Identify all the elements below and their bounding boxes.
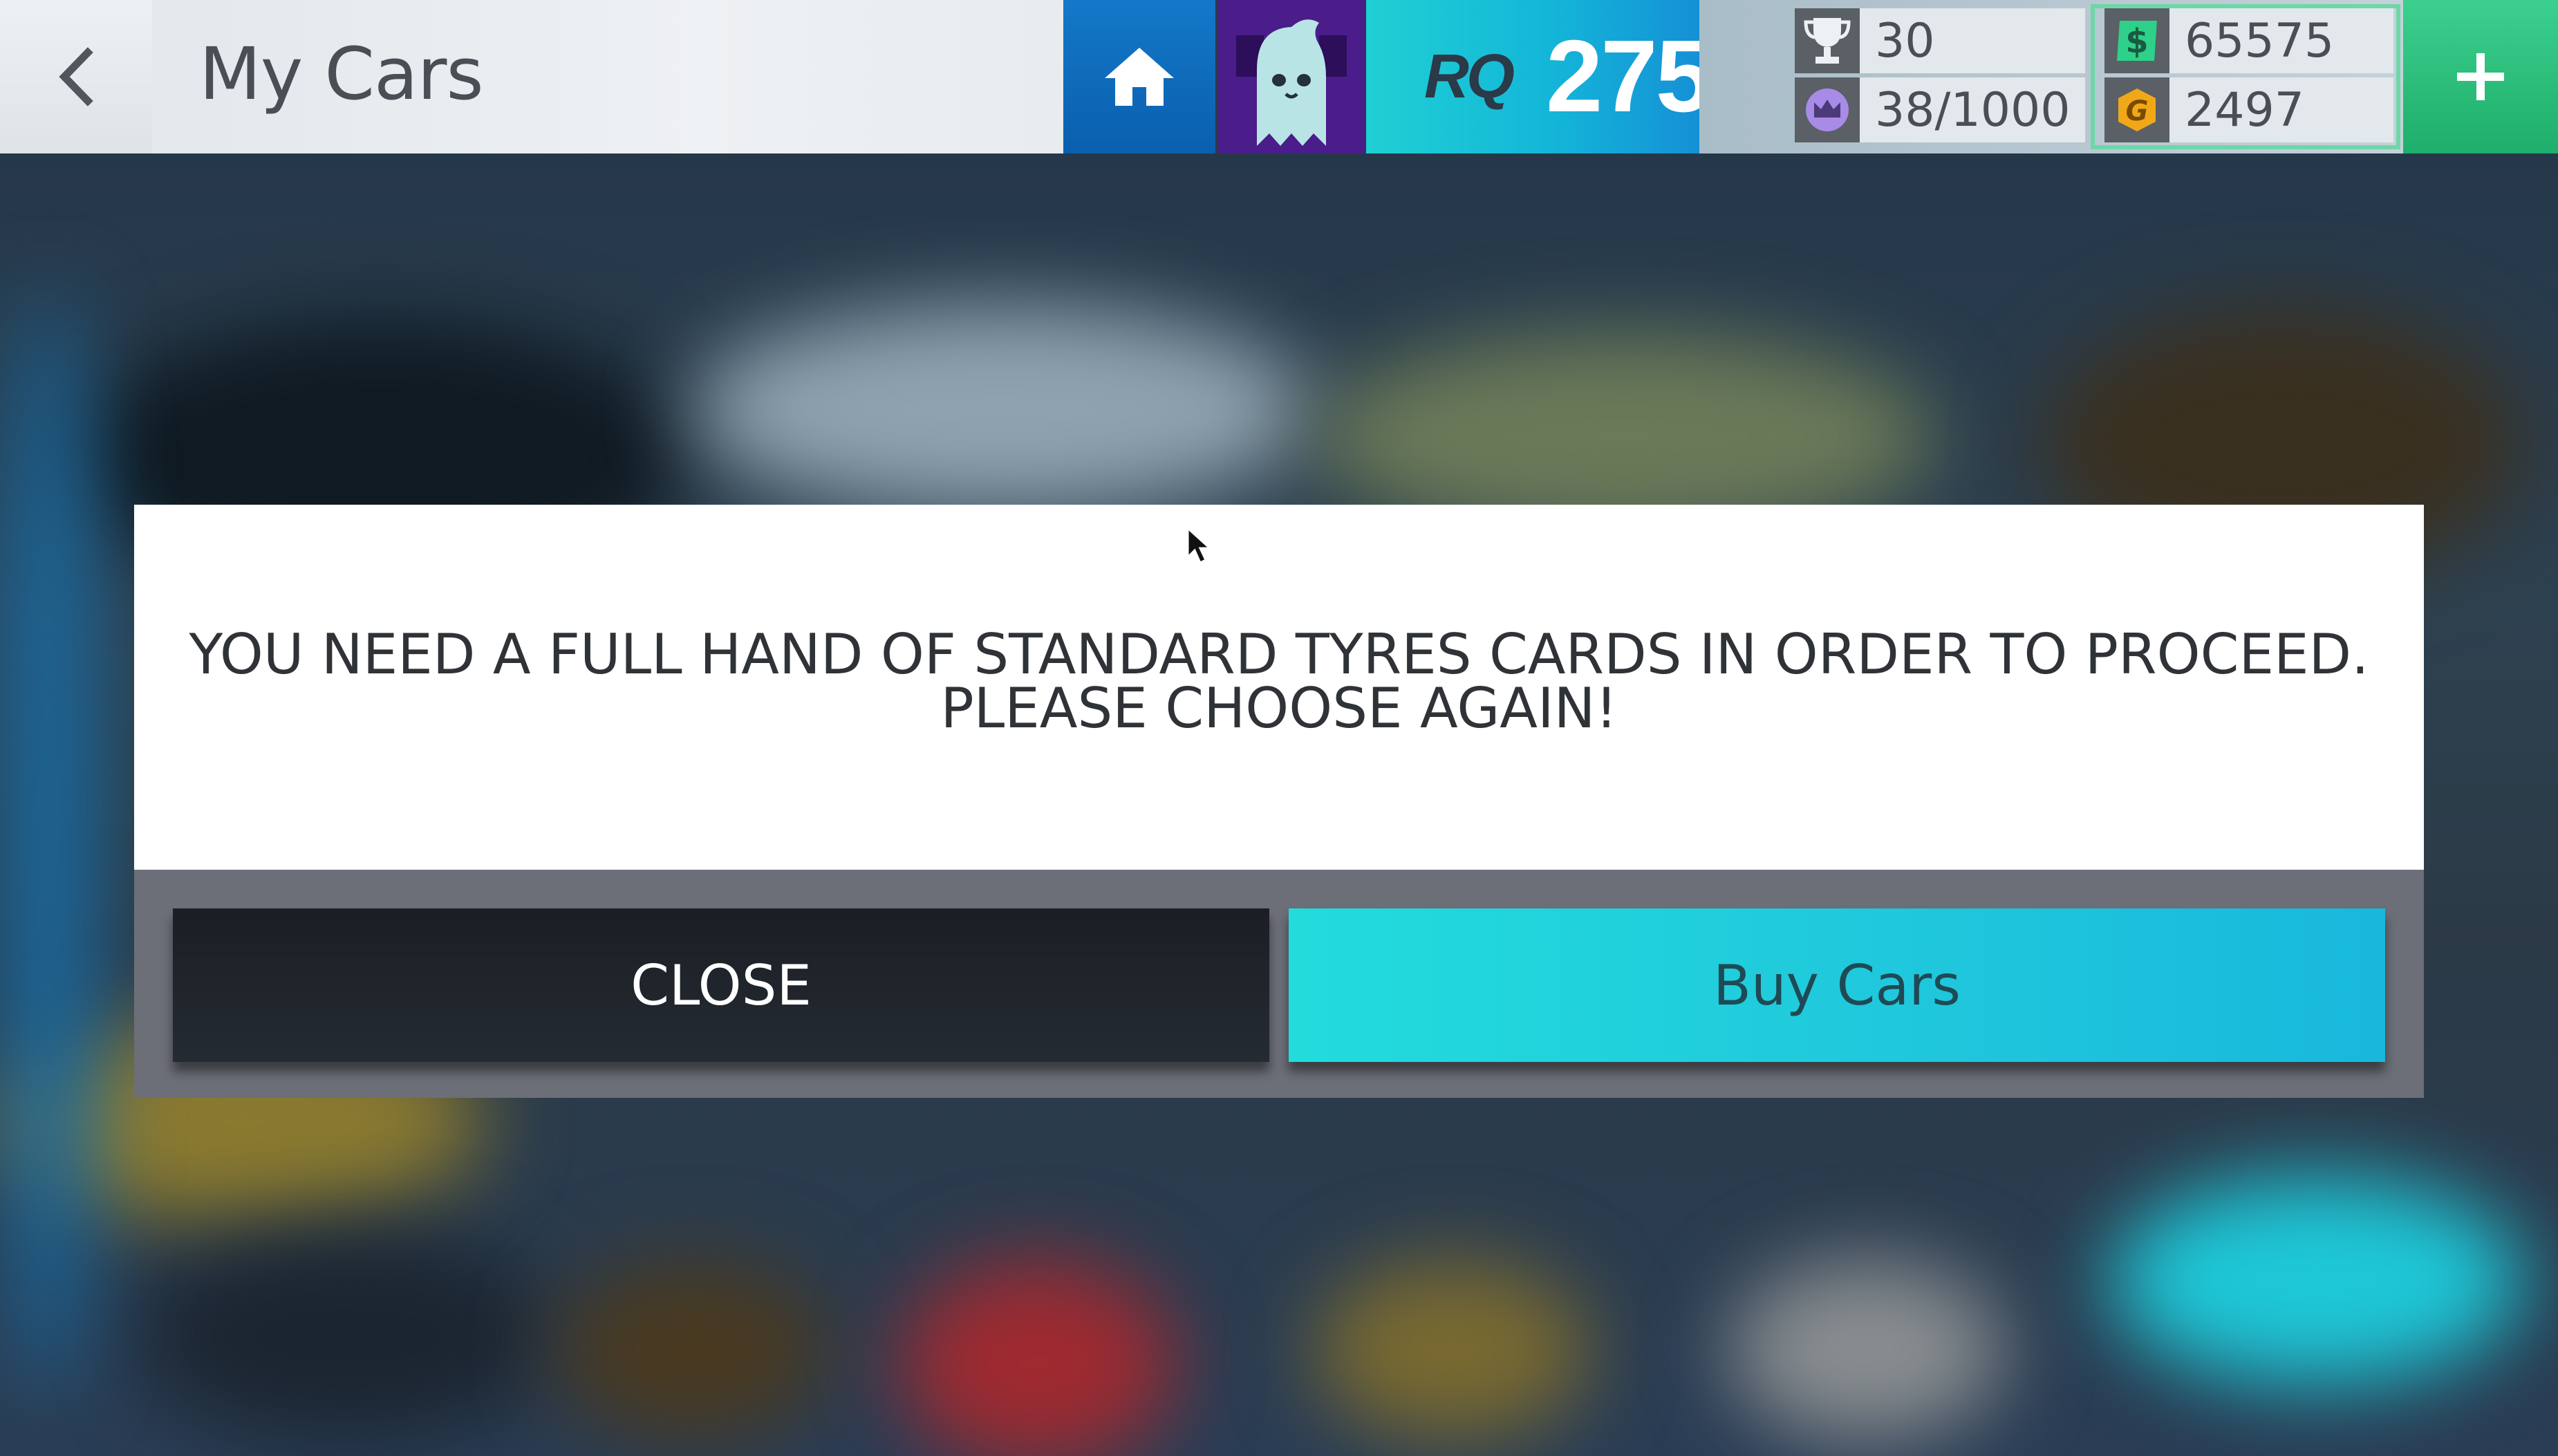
dollar-icon: $: [2104, 8, 2169, 73]
avatar[interactable]: [1218, 0, 1365, 153]
crown-icon: [1795, 77, 1860, 142]
cash-stat: $ 65575: [2104, 8, 2393, 73]
cash-amount: 65575: [2185, 13, 2335, 68]
trophy-stat: 30: [1795, 8, 2085, 73]
rq-logo: RQ: [1424, 42, 1515, 111]
trophy-icon: [1795, 8, 1860, 73]
back-button[interactable]: [0, 0, 152, 153]
prestige-count: 38/1000: [1875, 82, 2071, 138]
ghost-avatar-icon: [1236, 19, 1347, 146]
buy-cars-button[interactable]: Buy Cars: [1289, 908, 2385, 1062]
alert-dialog: YOU NEED A FULL HAND OF STANDARD TYRES C…: [134, 505, 2424, 1098]
plus-icon: [2457, 53, 2504, 100]
top-bar: My Cars RQ 275 30 38/1000 $ 65575 G 2497: [0, 0, 2558, 153]
gold-amount: 2497: [2185, 82, 2305, 138]
prestige-stat: 38/1000: [1795, 77, 2085, 142]
page-title: My Cars: [199, 32, 484, 116]
trophy-count: 30: [1875, 13, 1935, 68]
rq-value: 275: [1546, 19, 1712, 133]
home-icon: [1105, 48, 1174, 106]
dialog-message-line-2: PLEASE CHOOSE AGAIN!: [940, 676, 1618, 740]
dialog-message-panel: YOU NEED A FULL HAND OF STANDARD TYRES C…: [134, 505, 2424, 870]
gold-coin-icon: G: [2104, 77, 2169, 142]
mouse-cursor-icon: [1186, 527, 1213, 565]
dialog-footer: CLOSE Buy Cars: [134, 870, 2424, 1098]
dialog-message-line-1: YOU NEED A FULL HAND OF STANDARD TYRES C…: [189, 622, 2369, 687]
svg-text:$: $: [2125, 22, 2148, 61]
dialog-message: YOU NEED A FULL HAND OF STANDARD TYRES C…: [134, 622, 2424, 740]
home-button[interactable]: [1063, 0, 1215, 153]
chevron-left-icon: [59, 47, 93, 106]
gold-stat: G 2497: [2104, 77, 2393, 142]
add-currency-button[interactable]: [2403, 0, 2558, 153]
close-button[interactable]: CLOSE: [173, 908, 1269, 1062]
svg-text:G: G: [2126, 95, 2149, 127]
